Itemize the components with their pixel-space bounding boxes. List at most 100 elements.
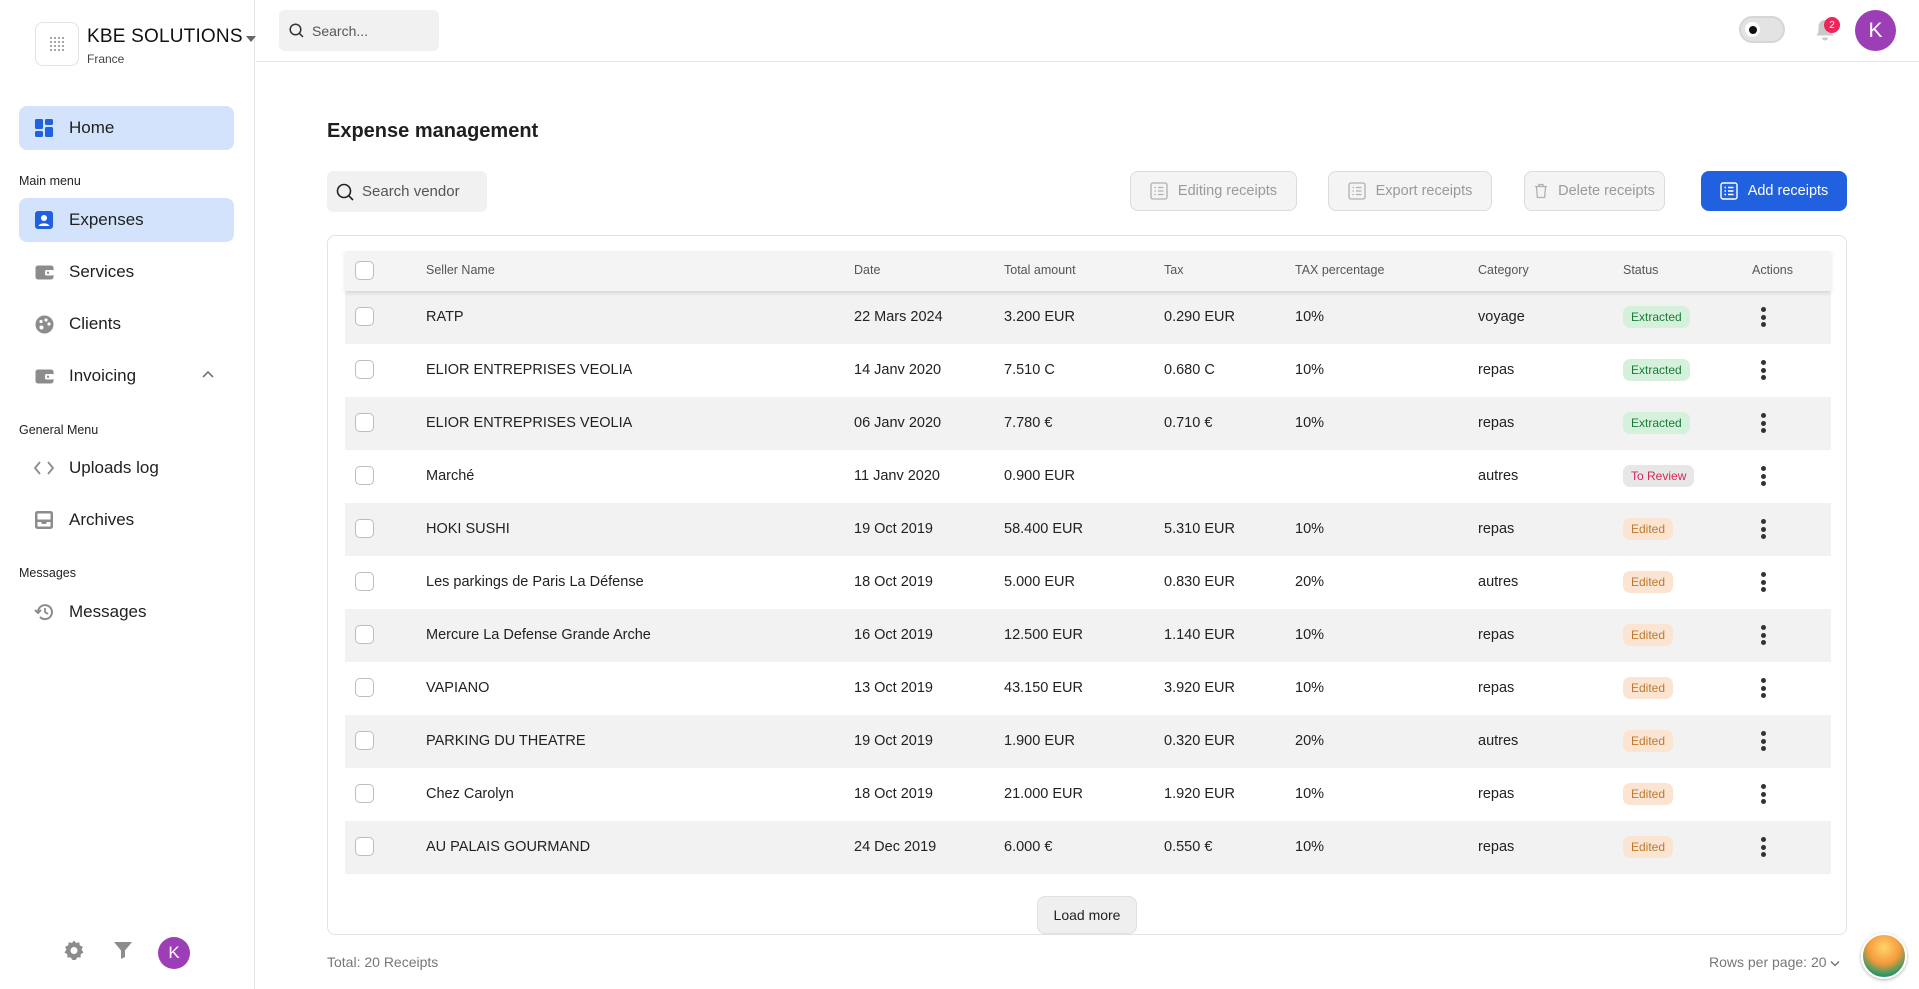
column-header[interactable]: Status (1623, 263, 1658, 277)
cell-tax: 0.550 € (1164, 839, 1213, 855)
sidebar-item-clients[interactable]: Clients (19, 302, 234, 346)
cell-date: 11 Janv 2020 (854, 468, 940, 484)
rows-per-page[interactable]: Rows per page: 20 (1709, 954, 1840, 970)
row-checkbox[interactable] (355, 625, 374, 644)
table-row[interactable]: Chez Carolyn 18 Oct 2019 21.000 EUR 1.920 E… (345, 768, 1831, 821)
table-row[interactable]: ELIOR ENTREPRISES VEOLIA 06 Janv 2020 7.78… (345, 397, 1831, 450)
wallet-icon (34, 366, 54, 386)
sidebar-item-home[interactable]: Home (19, 106, 234, 150)
column-header[interactable]: Date (854, 263, 880, 277)
general-menu-label: General Menu (19, 423, 99, 437)
user-avatar[interactable]: K (1855, 10, 1896, 51)
chevron-up-icon[interactable] (202, 370, 214, 378)
cell-pct: 10% (1295, 627, 1325, 643)
table-row[interactable]: HOKI SUSHI 19 Oct 2019 58.400 EUR 5.310 EUR… (345, 503, 1831, 556)
row-checkbox[interactable] (355, 413, 374, 432)
sidebar-item-messages[interactable]: Messages (19, 590, 234, 634)
editing-receipts-label: Editing receipts (1177, 183, 1278, 199)
table-row[interactable]: VAPIANO 13 Oct 2019 43.150 EUR 3.920 EUR 10%… (345, 662, 1831, 715)
table-row[interactable]: ELIOR ENTREPRISES VEOLIA 14 Janv 2020 7.51… (345, 344, 1831, 397)
cell-seller: Les parkings de Paris La Défense (426, 574, 644, 590)
org-country: France (87, 52, 125, 66)
caret-down-icon[interactable] (246, 36, 256, 42)
row-checkbox[interactable] (355, 466, 374, 485)
more-vertical-icon[interactable] (1753, 728, 1773, 754)
more-vertical-icon[interactable] (1753, 622, 1773, 648)
column-header[interactable]: Seller Name (426, 263, 495, 277)
more-vertical-icon[interactable] (1753, 463, 1773, 489)
export-receipts-button[interactable]: Export receipts (1328, 171, 1492, 211)
more-vertical-icon[interactable] (1753, 410, 1773, 436)
sidebar-item-expenses[interactable]: Expenses (19, 198, 234, 242)
more-vertical-icon[interactable] (1753, 834, 1773, 860)
grid-dots-icon (50, 37, 64, 51)
cell-total: 58.400 EUR (1004, 521, 1083, 537)
cell-category: voyage (1478, 309, 1525, 325)
more-vertical-icon[interactable] (1753, 304, 1773, 330)
more-vertical-icon[interactable] (1753, 675, 1773, 701)
editing-receipts-button[interactable]: Editing receipts (1130, 171, 1297, 211)
row-checkbox[interactable] (355, 731, 374, 750)
vendor-search-input[interactable] (362, 183, 482, 200)
cell-total: 5.000 EUR (1004, 574, 1075, 590)
org-logo (35, 22, 79, 66)
org-switcher[interactable]: KBE SOLUTIONS France (35, 22, 265, 72)
global-search[interactable] (279, 10, 439, 51)
sidebar-item-invoicing[interactable]: Invoicing (19, 354, 234, 398)
column-header[interactable]: Category (1478, 263, 1529, 277)
row-checkbox[interactable] (355, 307, 374, 326)
sidebar-item-uploads-log[interactable]: Uploads log (19, 446, 234, 490)
table-row[interactable]: Les parkings de Paris La Défense 18 Oct 2… (345, 556, 1831, 609)
cell-date: 14 Janv 2020 (854, 362, 942, 378)
more-vertical-icon[interactable] (1753, 781, 1773, 807)
column-header: Actions (1752, 263, 1793, 277)
app-root: KBE SOLUTIONS France Home Main menu Expe… (0, 0, 1919, 989)
assistant-avatar[interactable] (1861, 933, 1907, 979)
history-icon (34, 602, 54, 622)
cell-date: 19 Oct 2019 (854, 521, 933, 537)
table-row[interactable]: AU PALAIS GOURMAND 24 Dec 2019 6.000 € 0.55… (345, 821, 1831, 874)
row-checkbox[interactable] (355, 784, 374, 803)
table-header: Seller Name Date Total amount Tax TAX pe… (345, 251, 1831, 291)
row-checkbox[interactable] (355, 519, 374, 538)
sidebar-avatar[interactable]: K (158, 937, 190, 969)
sidebar-item-archives[interactable]: Archives (19, 498, 234, 542)
vendor-search[interactable] (327, 171, 487, 212)
cell-category: repas (1478, 839, 1515, 855)
cell-tax: 0.290 EUR (1164, 309, 1235, 325)
sidebar-item-services[interactable]: Services (19, 250, 234, 294)
row-checkbox[interactable] (355, 837, 374, 856)
column-header[interactable]: TAX percentage (1295, 263, 1384, 277)
row-checkbox[interactable] (355, 572, 374, 591)
column-header[interactable]: Total amount (1004, 263, 1076, 277)
table-row[interactable]: RATP 22 Mars 2024 3.200 EUR 0.290 EUR 10% voy… (345, 291, 1831, 344)
cell-category: repas (1478, 521, 1515, 537)
more-vertical-icon[interactable] (1753, 357, 1773, 383)
chevron-down-icon (1830, 960, 1840, 967)
table-row[interactable]: Marché 11 Janv 2020 0.900 EUR autres To Revi… (345, 450, 1831, 503)
load-more-button[interactable]: Load more (1037, 896, 1137, 934)
wallet-icon (34, 262, 54, 282)
palette-icon (34, 314, 54, 334)
row-checkbox[interactable] (355, 678, 374, 697)
cell-category: repas (1478, 680, 1515, 696)
cell-pct: 10% (1295, 415, 1325, 431)
theme-toggle[interactable] (1739, 16, 1785, 43)
cell-date: 22 Mars 2024 (854, 309, 943, 325)
delete-receipts-button[interactable]: Delete receipts (1524, 171, 1665, 211)
cell-seller: Chez Carolyn (426, 786, 514, 802)
cell-tax: 3.920 EUR (1164, 680, 1235, 696)
add-receipts-button[interactable]: Add receipts (1701, 171, 1847, 211)
column-header[interactable]: Tax (1164, 263, 1183, 277)
user-card-icon (34, 210, 54, 230)
select-all-checkbox[interactable] (355, 261, 374, 280)
table-row[interactable]: PARKING DU THEATRE 19 Oct 2019 1.900 EUR 0.… (345, 715, 1831, 768)
cell-category: repas (1478, 362, 1515, 378)
table-row[interactable]: Mercure La Defense Grande Arche 16 Oct 20… (345, 609, 1831, 662)
gear-icon[interactable] (61, 937, 87, 963)
filter-icon[interactable] (110, 937, 136, 963)
more-vertical-icon[interactable] (1753, 516, 1773, 542)
more-vertical-icon[interactable] (1753, 569, 1773, 595)
row-checkbox[interactable] (355, 360, 374, 379)
global-search-input[interactable] (312, 22, 432, 39)
